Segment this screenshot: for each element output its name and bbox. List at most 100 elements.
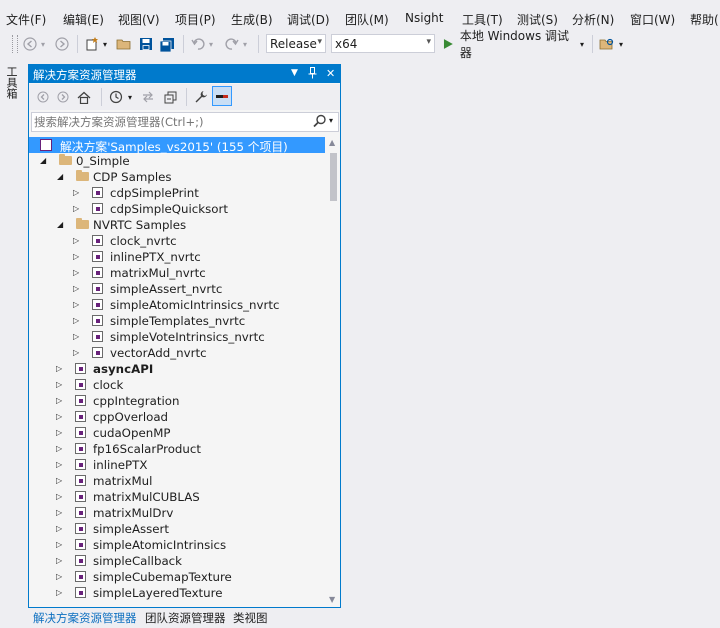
expanded-arrow-icon[interactable]: ◢ [40, 156, 46, 165]
collapse-all-icon[interactable] [161, 88, 179, 106]
collapsed-arrow-icon[interactable]: ▷ [73, 188, 79, 197]
project-node[interactable]: ▷ simpleAssert_nvrtc [29, 281, 327, 297]
menu-debug[interactable]: 调试(D) [287, 11, 330, 28]
collapsed-arrow-icon[interactable]: ▷ [56, 460, 62, 469]
project-node[interactable]: ▷ clock [29, 377, 327, 393]
menu-build[interactable]: 生成(B) [231, 11, 273, 28]
window-position-icon[interactable]: ▼ [291, 68, 298, 78]
project-node[interactable]: ▷ simpleCallback [29, 553, 327, 569]
run-dropdown-icon[interactable]: ▾ [578, 35, 586, 53]
project-node[interactable]: ▷ cudaOpenMP [29, 425, 327, 441]
collapsed-arrow-icon[interactable]: ▷ [56, 396, 62, 405]
project-node[interactable]: ▷ clock_nvrtc [29, 233, 327, 249]
search-input[interactable] [34, 114, 304, 130]
back-icon[interactable] [21, 35, 39, 53]
scroll-up-icon[interactable]: ▲ [329, 138, 335, 147]
expanded-arrow-icon[interactable]: ◢ [57, 220, 63, 229]
project-node[interactable]: ▷ simpleTemplates_nvrtc [29, 313, 327, 329]
collapsed-arrow-icon[interactable]: ▷ [56, 492, 62, 501]
search-options-icon[interactable]: ▾ [329, 116, 333, 125]
project-node[interactable]: ▷ simpleCubemapTexture [29, 569, 327, 585]
project-node[interactable]: ▷ simpleAtomicIntrinsics [29, 537, 327, 553]
pending-changes-filter-icon[interactable] [107, 88, 125, 106]
collapsed-arrow-icon[interactable]: ▷ [56, 412, 62, 421]
project-node[interactable]: ▷ inlinePTX_nvrtc [29, 249, 327, 265]
project-node[interactable]: ▷ cdpSimpleQuicksort [29, 201, 327, 217]
collapsed-arrow-icon[interactable]: ▷ [56, 540, 62, 549]
menu-help[interactable]: 帮助( [690, 11, 719, 28]
collapsed-arrow-icon[interactable]: ▷ [56, 572, 62, 581]
menu-team[interactable]: 团队(M) [345, 11, 389, 28]
open-folder-icon[interactable] [115, 35, 133, 53]
scroll-down-icon[interactable]: ▼ [329, 595, 335, 604]
new-project-icon[interactable] [83, 35, 101, 53]
pin-icon[interactable] [308, 67, 317, 82]
collapsed-arrow-icon[interactable]: ▷ [73, 268, 79, 277]
folder-node[interactable]: ◢ NVRTC Samples [29, 217, 327, 233]
redo-icon[interactable] [223, 35, 241, 53]
undo-icon[interactable] [189, 35, 207, 53]
start-debugging-button[interactable]: 本地 Windows 调试器 [443, 29, 579, 60]
configuration-select[interactable]: Release ▾ [266, 34, 326, 53]
preview-selected-items-icon[interactable] [212, 86, 232, 106]
toolbar-grip[interactable] [12, 35, 18, 53]
project-node[interactable]: ▷ vectorAdd_nvrtc [29, 345, 327, 361]
menu-analyze[interactable]: 分析(N) [572, 11, 614, 28]
menu-tools[interactable]: 工具(T) [462, 11, 503, 28]
collapsed-arrow-icon[interactable]: ▷ [56, 556, 62, 565]
collapsed-arrow-icon[interactable]: ▷ [73, 204, 79, 213]
menu-file[interactable]: 文件(F) [6, 11, 46, 28]
panel-title-bar[interactable]: 解决方案资源管理器 ▼ ✕ [29, 65, 340, 83]
close-icon[interactable]: ✕ [326, 67, 335, 80]
scrollbar-thumb[interactable] [330, 153, 337, 201]
collapsed-arrow-icon[interactable]: ▷ [73, 348, 79, 357]
new-dropdown-icon[interactable]: ▾ [101, 35, 109, 53]
redo-dropdown-icon[interactable]: ▾ [241, 35, 249, 53]
menu-test[interactable]: 测试(S) [517, 11, 558, 28]
project-node[interactable]: ▷ fp16ScalarProduct [29, 441, 327, 457]
menu-edit[interactable]: 编辑(E) [63, 11, 104, 28]
collapsed-arrow-icon[interactable]: ▷ [56, 428, 62, 437]
undo-dropdown-icon[interactable]: ▾ [207, 35, 215, 53]
home-icon[interactable] [75, 88, 93, 106]
expanded-arrow-icon[interactable]: ◢ [57, 172, 63, 181]
collapsed-arrow-icon[interactable]: ▷ [56, 364, 62, 373]
filter-dropdown-icon[interactable]: ▾ [126, 88, 134, 106]
collapsed-arrow-icon[interactable]: ▷ [73, 252, 79, 261]
collapsed-arrow-icon[interactable]: ▷ [56, 588, 62, 597]
project-node[interactable]: ▷ inlinePTX [29, 457, 327, 473]
solution-node[interactable]: 解决方案'Samples_vs2015' (155 个项目) [29, 137, 325, 154]
menu-project[interactable]: 项目(P) [175, 11, 216, 28]
solution-search-box[interactable]: ▾ [31, 112, 339, 132]
project-node[interactable]: ▷ matrixMul [29, 473, 327, 489]
startup-project-node[interactable]: ▷ asyncAPI [29, 361, 327, 377]
properties-wrench-icon[interactable] [192, 88, 210, 106]
project-node[interactable]: ▷ cppIntegration [29, 393, 327, 409]
back-dropdown-icon[interactable]: ▾ [39, 35, 47, 53]
sync-icon[interactable] [139, 88, 157, 106]
search-icon[interactable] [313, 114, 327, 131]
tab-solution-explorer[interactable]: 解决方案资源管理器 [33, 610, 137, 626]
project-node[interactable]: ▷ cppOverload [29, 409, 327, 425]
tree-scrollbar[interactable]: ▲ ▼ [327, 135, 340, 607]
forward-icon[interactable] [53, 35, 71, 53]
project-node[interactable]: ▷ matrixMulCUBLAS [29, 489, 327, 505]
collapsed-arrow-icon[interactable]: ▷ [56, 476, 62, 485]
toolbar-overflow-icon[interactable]: ▾ [617, 35, 625, 53]
project-node[interactable]: ▷ simpleAssert [29, 521, 327, 537]
folder-node[interactable]: ◢ 0_Simple [29, 153, 327, 169]
folder-node[interactable]: ◢ CDP Samples [29, 169, 327, 185]
collapsed-arrow-icon[interactable]: ▷ [73, 284, 79, 293]
project-node[interactable]: ▷ matrixMulDrv [29, 505, 327, 521]
save-all-icon[interactable] [157, 35, 177, 53]
platform-select[interactable]: x64 ▾ [331, 34, 435, 53]
toolbox-tab[interactable]: 工具箱 [4, 66, 18, 99]
menu-nsight[interactable]: Nsight [405, 11, 444, 25]
find-in-files-icon[interactable] [598, 35, 616, 53]
forward-icon[interactable] [55, 88, 71, 106]
project-node[interactable]: ▷ simpleVoteIntrinsics_nvrtc [29, 329, 327, 345]
collapsed-arrow-icon[interactable]: ▷ [56, 444, 62, 453]
project-node[interactable]: ▷ cdpSimplePrint [29, 185, 327, 201]
collapsed-arrow-icon[interactable]: ▷ [73, 300, 79, 309]
menu-view[interactable]: 视图(V) [118, 11, 160, 28]
